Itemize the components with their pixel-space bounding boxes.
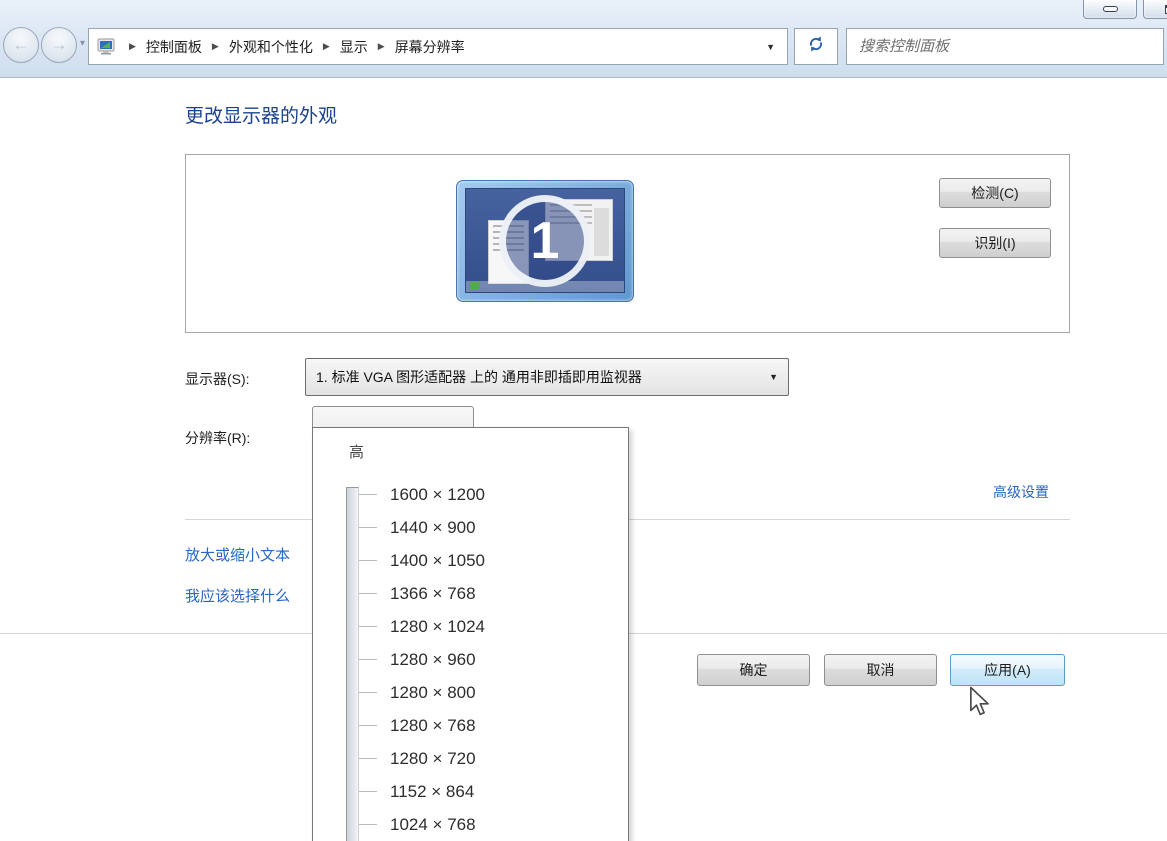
tick-icon	[359, 692, 377, 693]
recent-pages-chevron-icon[interactable]: ▾	[80, 38, 85, 49]
breadcrumb-item-appearance[interactable]: 外观和个性化	[227, 35, 315, 59]
screen-resolution-window: ← → ▾ ▶ 控制面板 ▶ 外观和个性化 ▶ 显示 ▶ 屏幕分辨率	[0, 0, 1167, 841]
resolution-option-label: 1024 × 768	[390, 815, 476, 835]
minimize-button[interactable]	[1083, 0, 1137, 19]
display-combobox[interactable]: 1. 标准 VGA 图形适配器 上的 通用非即插即用监视器 ▼	[305, 358, 789, 396]
tick-icon	[359, 626, 377, 627]
monitor-number: 1	[531, 211, 560, 271]
forward-arrow-icon: →	[51, 35, 68, 54]
tick-icon	[359, 824, 377, 825]
minimize-icon	[1103, 6, 1118, 12]
monitor-screen: 1	[465, 188, 625, 293]
resolution-option[interactable]: 1440 × 900	[313, 511, 628, 544]
monitor-number-badge: 1	[499, 195, 591, 287]
display-combobox-value: 1. 标准 VGA 图形适配器 上的 通用非即插即用监视器	[316, 367, 642, 387]
breadcrumb-arrow-icon[interactable]: ▶	[370, 41, 393, 52]
mouse-cursor-icon	[968, 686, 992, 718]
breadcrumb-arrow-icon[interactable]: ▶	[204, 41, 227, 52]
breadcrumb-item-display[interactable]: 显示	[338, 35, 370, 59]
tick-icon	[359, 725, 377, 726]
search-box	[846, 28, 1164, 65]
resolution-option-selected[interactable]: 1024 × 768	[313, 808, 628, 841]
resolution-label: 分辨率(R):	[185, 428, 250, 448]
resolution-high-label: 高	[349, 441, 364, 462]
resolution-option-label: 1366 × 768	[390, 584, 476, 604]
resolution-option[interactable]: 1600 × 1200	[313, 478, 628, 511]
resolution-option[interactable]: 1400 × 1050	[313, 544, 628, 577]
resolution-option[interactable]: 1152 × 864	[313, 775, 628, 808]
separator-line	[0, 633, 312, 634]
display-label: 显示器(S):	[185, 369, 250, 389]
resolution-option-label: 1280 × 800	[390, 683, 476, 703]
chevron-down-icon: ▼	[769, 372, 778, 382]
resolution-option-label: 1440 × 900	[390, 518, 476, 538]
monitor-preview-box: 1 检测(C) 识别(I)	[185, 154, 1070, 333]
resolution-option-label: 1280 × 960	[390, 650, 476, 670]
resolution-option[interactable]: 1280 × 768	[313, 709, 628, 742]
resolution-option-label: 1280 × 720	[390, 749, 476, 769]
tick-icon	[359, 593, 377, 594]
refresh-button[interactable]	[794, 28, 838, 65]
navigation-toolbar: ← → ▾ ▶ 控制面板 ▶ 外观和个性化 ▶ 显示 ▶ 屏幕分辨率	[0, 0, 1167, 78]
resolution-option-label: 1152 × 864	[390, 782, 474, 802]
resolution-option[interactable]: 1280 × 1024	[313, 610, 628, 643]
resolution-option[interactable]: 1280 × 720	[313, 742, 628, 775]
breadcrumb-arrow-icon[interactable]: ▶	[315, 41, 338, 52]
resize-text-link[interactable]: 放大或缩小文本	[185, 544, 290, 565]
detect-button[interactable]: 检测(C)	[939, 178, 1051, 208]
tick-icon	[359, 494, 377, 495]
apply-button[interactable]: 应用(A)	[950, 654, 1065, 686]
resolution-option[interactable]: 1366 × 768	[313, 577, 628, 610]
separator-line	[185, 519, 312, 520]
advanced-settings-link[interactable]: 高级设置	[993, 482, 1049, 502]
which-settings-link[interactable]: 我应该选择什么	[185, 585, 290, 606]
resolution-option[interactable]: 1280 × 800	[313, 676, 628, 709]
tick-icon	[359, 560, 377, 561]
breadcrumb[interactable]: ▶ 控制面板 ▶ 外观和个性化 ▶ 显示 ▶ 屏幕分辨率 ▼	[88, 28, 788, 65]
search-input[interactable]	[847, 29, 1163, 64]
start-button-icon	[470, 282, 479, 290]
identify-button[interactable]: 识别(I)	[939, 228, 1051, 258]
breadcrumb-item-screen-resolution[interactable]: 屏幕分辨率	[393, 35, 467, 59]
cancel-button[interactable]: 取消	[824, 654, 937, 686]
tick-icon	[359, 659, 377, 660]
tick-icon	[359, 527, 377, 528]
maximize-button[interactable]	[1143, 0, 1167, 19]
address-dropdown-icon[interactable]: ▼	[766, 42, 779, 52]
separator-line	[629, 519, 1070, 520]
separator-line	[629, 633, 1167, 634]
ok-button[interactable]: 确定	[697, 654, 810, 686]
breadcrumb-item-control-panel[interactable]: 控制面板	[144, 35, 204, 59]
resolution-option-label: 1280 × 1024	[390, 617, 485, 637]
back-arrow-icon: ←	[13, 35, 30, 54]
breadcrumb-arrow-icon[interactable]: ▶	[121, 41, 144, 52]
monitor-preview[interactable]: 1	[456, 180, 634, 302]
forward-button[interactable]: →	[41, 27, 77, 63]
resolution-dropdown-panel: 高 1600 × 1200 1440 × 900 1400 × 1050 136…	[312, 427, 629, 841]
page-title: 更改显示器的外观	[185, 101, 337, 128]
tick-icon	[359, 791, 377, 792]
resolution-option-label: 1280 × 768	[390, 716, 476, 736]
back-button[interactable]: ←	[3, 27, 39, 63]
resolution-option-label: 1400 × 1050	[390, 551, 485, 571]
resolution-option[interactable]: 1280 × 960	[313, 643, 628, 676]
refresh-icon	[807, 35, 825, 58]
resolution-option-label: 1600 × 1200	[390, 485, 485, 505]
display-icon	[97, 38, 117, 56]
tick-icon	[359, 758, 377, 759]
